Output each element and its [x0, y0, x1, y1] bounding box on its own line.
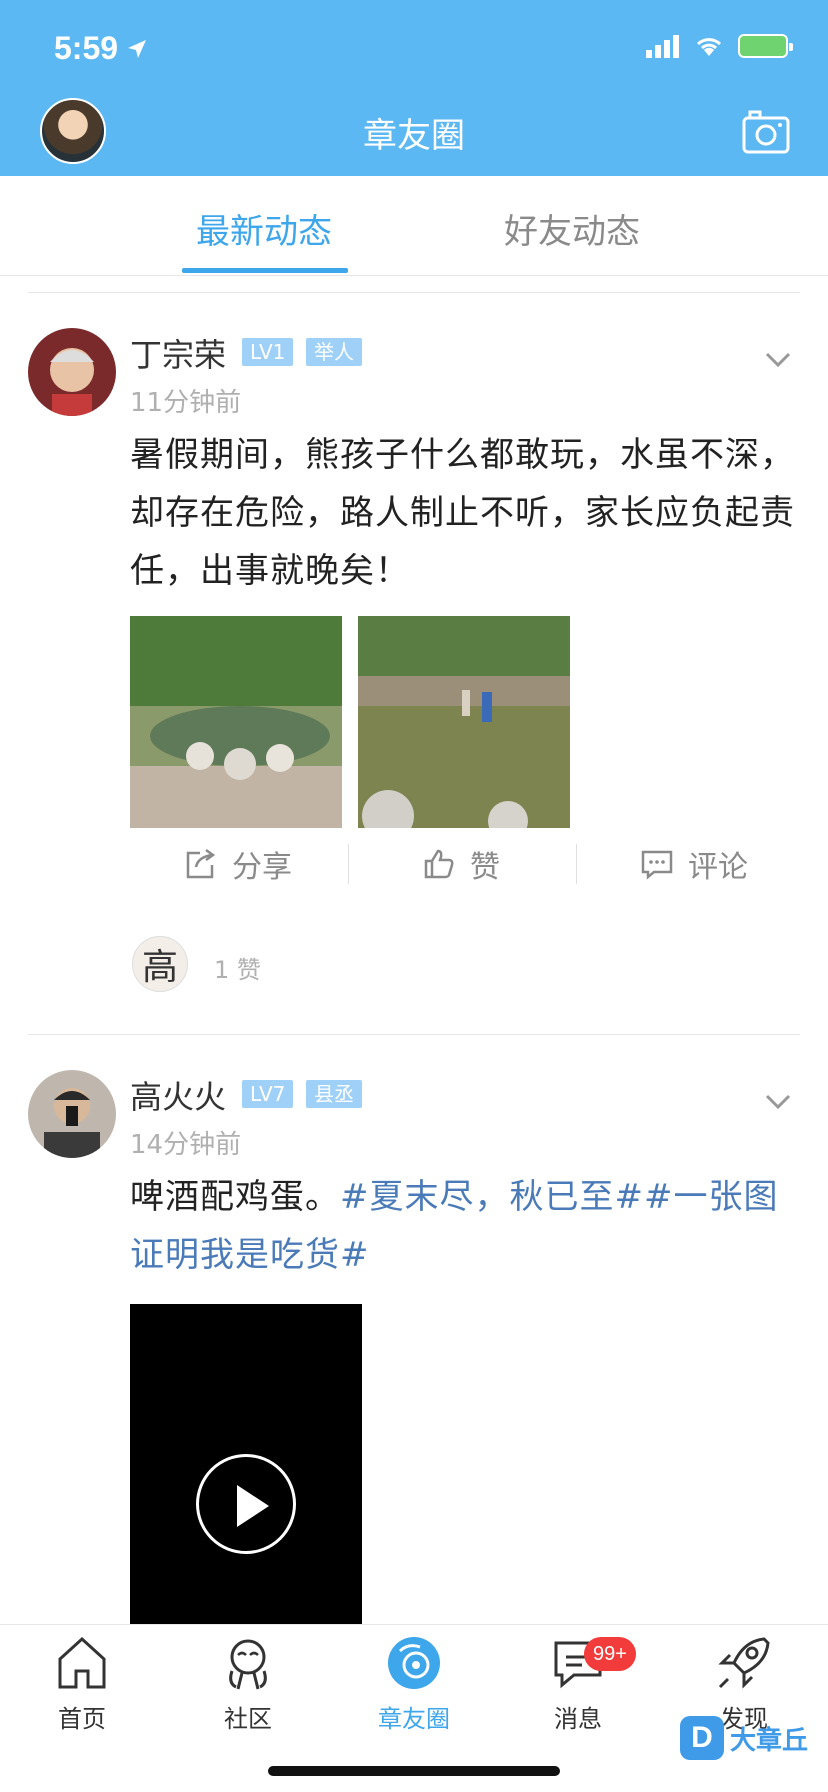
comment-button[interactable]: 评论 [640, 834, 748, 894]
nav-label: 首页 [58, 1705, 106, 1733]
watermark-logo: D 大章丘 [680, 1716, 808, 1760]
nav-community[interactable]: 社区 [188, 1633, 308, 1734]
action-divider [348, 844, 349, 884]
watermark-mark: D [680, 1716, 724, 1760]
title-badge: 举人 [306, 338, 362, 366]
play-icon[interactable] [196, 1454, 296, 1554]
nav-label: 章友圈 [378, 1705, 450, 1733]
comment-icon [641, 850, 673, 880]
like-count[interactable]: 1 赞 [214, 950, 261, 985]
nav-home[interactable]: 首页 [22, 1633, 142, 1734]
watermark-text: 大章丘 [730, 1725, 809, 1756]
tab-friends[interactable]: 好友动态 [504, 204, 640, 253]
chevron-down-icon[interactable] [764, 1092, 792, 1112]
cellular-signal-icon [646, 35, 679, 58]
like-button[interactable]: 赞 [422, 834, 500, 894]
community-icon [229, 1639, 267, 1690]
share-label: 分享 [232, 850, 292, 885]
liker-avatar[interactable]: 高 [132, 936, 188, 992]
wifi-icon [696, 38, 722, 56]
post-actions: 分享 赞 评论 [130, 834, 800, 894]
post-text: 啤酒配鸡蛋。#夏末尽，秋已至##一张图证明我是吃货# [130, 1168, 800, 1284]
nav-messages[interactable]: 消息 99+ [518, 1633, 638, 1734]
home-icon [58, 1636, 106, 1689]
nav-friends-circle[interactable]: 章友圈 [354, 1633, 474, 1734]
post-text: 暑假期间，熊孩子什么都敢玩，水虽不深，却存在危险，路人制止不听，家长应负起责任，… [130, 435, 795, 591]
page-title: 章友圈 [363, 116, 465, 156]
status-indicators [646, 34, 793, 58]
divider [28, 1034, 800, 1035]
action-divider [576, 844, 577, 884]
post-time: 14分钟前 [130, 1130, 242, 1160]
location-arrow-icon [128, 39, 147, 58]
app-header: 5:59 章友圈 [0, 0, 828, 176]
share-icon [186, 848, 216, 879]
post-author-avatar[interactable] [28, 328, 116, 416]
post-time: 11分钟前 [130, 388, 242, 418]
status-time-text: 5:59 [54, 30, 119, 66]
thumbs-up-icon [424, 849, 454, 879]
active-tab-indicator [182, 268, 348, 273]
tab-latest[interactable]: 最新动态 [196, 204, 332, 253]
post-text-plain: 啤酒配鸡蛋。 [130, 1177, 340, 1217]
friends-circle-icon [388, 1637, 440, 1689]
post-image[interactable] [358, 616, 570, 828]
nav-label: 消息 [554, 1705, 602, 1733]
feed-tabs: 最新动态 好友动态 [0, 176, 828, 276]
share-button[interactable]: 分享 [184, 834, 292, 894]
nav-label: 社区 [224, 1705, 272, 1733]
post-username[interactable]: 高火火 [130, 1072, 226, 1118]
post-author-avatar[interactable] [28, 1070, 116, 1158]
battery-icon [738, 34, 793, 58]
chevron-down-icon[interactable] [764, 350, 792, 370]
level-badge: LV1 [242, 338, 294, 366]
like-label: 赞 [470, 850, 500, 885]
rocket-icon [718, 1637, 770, 1689]
home-indicator [268, 1766, 560, 1776]
comment-label: 评论 [688, 850, 748, 885]
notification-badge: 99+ [584, 1637, 636, 1671]
status-time: 5:59 [54, 30, 148, 67]
title-badge: 县丞 [306, 1080, 362, 1108]
level-badge: LV7 [242, 1080, 294, 1108]
post-image[interactable] [130, 616, 342, 828]
post-username[interactable]: 丁宗荣 [130, 330, 226, 376]
post-video[interactable] [130, 1304, 362, 1624]
divider [28, 292, 800, 293]
camera-icon[interactable] [742, 110, 790, 154]
